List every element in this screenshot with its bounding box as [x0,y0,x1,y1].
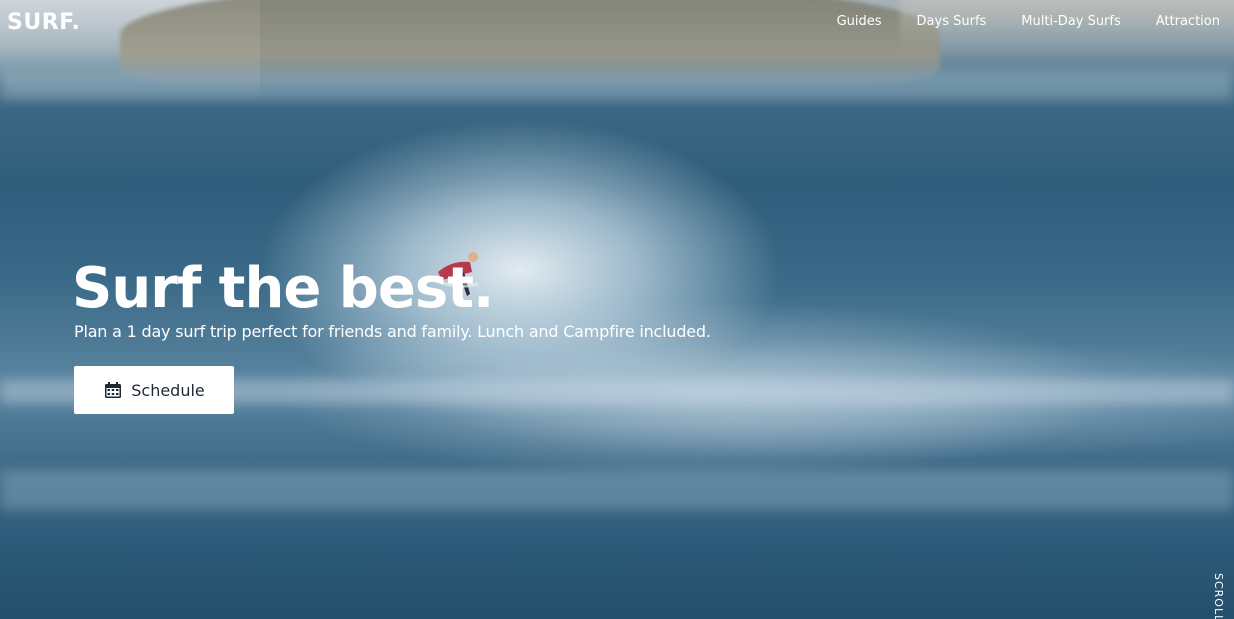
nav-item-attraction[interactable]: Attraction [1156,14,1220,29]
top-navigation: SURF. Guides Days Surfs Multi-Day Surfs … [0,0,1234,44]
schedule-button-label: Schedule [131,380,205,400]
scroll-indicator-label: SCROLL [1212,573,1225,619]
background-wave-line [0,70,1234,100]
hero-headline: Surf the best. [72,256,494,321]
calendar-icon [105,382,122,398]
nav-item-multi-day-surfs[interactable]: Multi-Day Surfs [1021,14,1120,29]
scroll-indicator[interactable]: SCROLL [1212,573,1226,619]
site-logo[interactable]: SURF. [7,10,80,35]
nav-menu: Guides Days Surfs Multi-Day Surfs Attrac… [802,14,1220,29]
schedule-button[interactable]: Schedule [74,366,234,414]
hero-subheadline: Plan a 1 day surf trip perfect for frien… [74,322,711,341]
hero-section: SURF. Guides Days Surfs Multi-Day Surfs … [0,0,1234,619]
nav-item-guides[interactable]: Guides [837,14,882,29]
nav-item-days-surfs[interactable]: Days Surfs [917,14,987,29]
background-wave-foam [0,470,1234,510]
